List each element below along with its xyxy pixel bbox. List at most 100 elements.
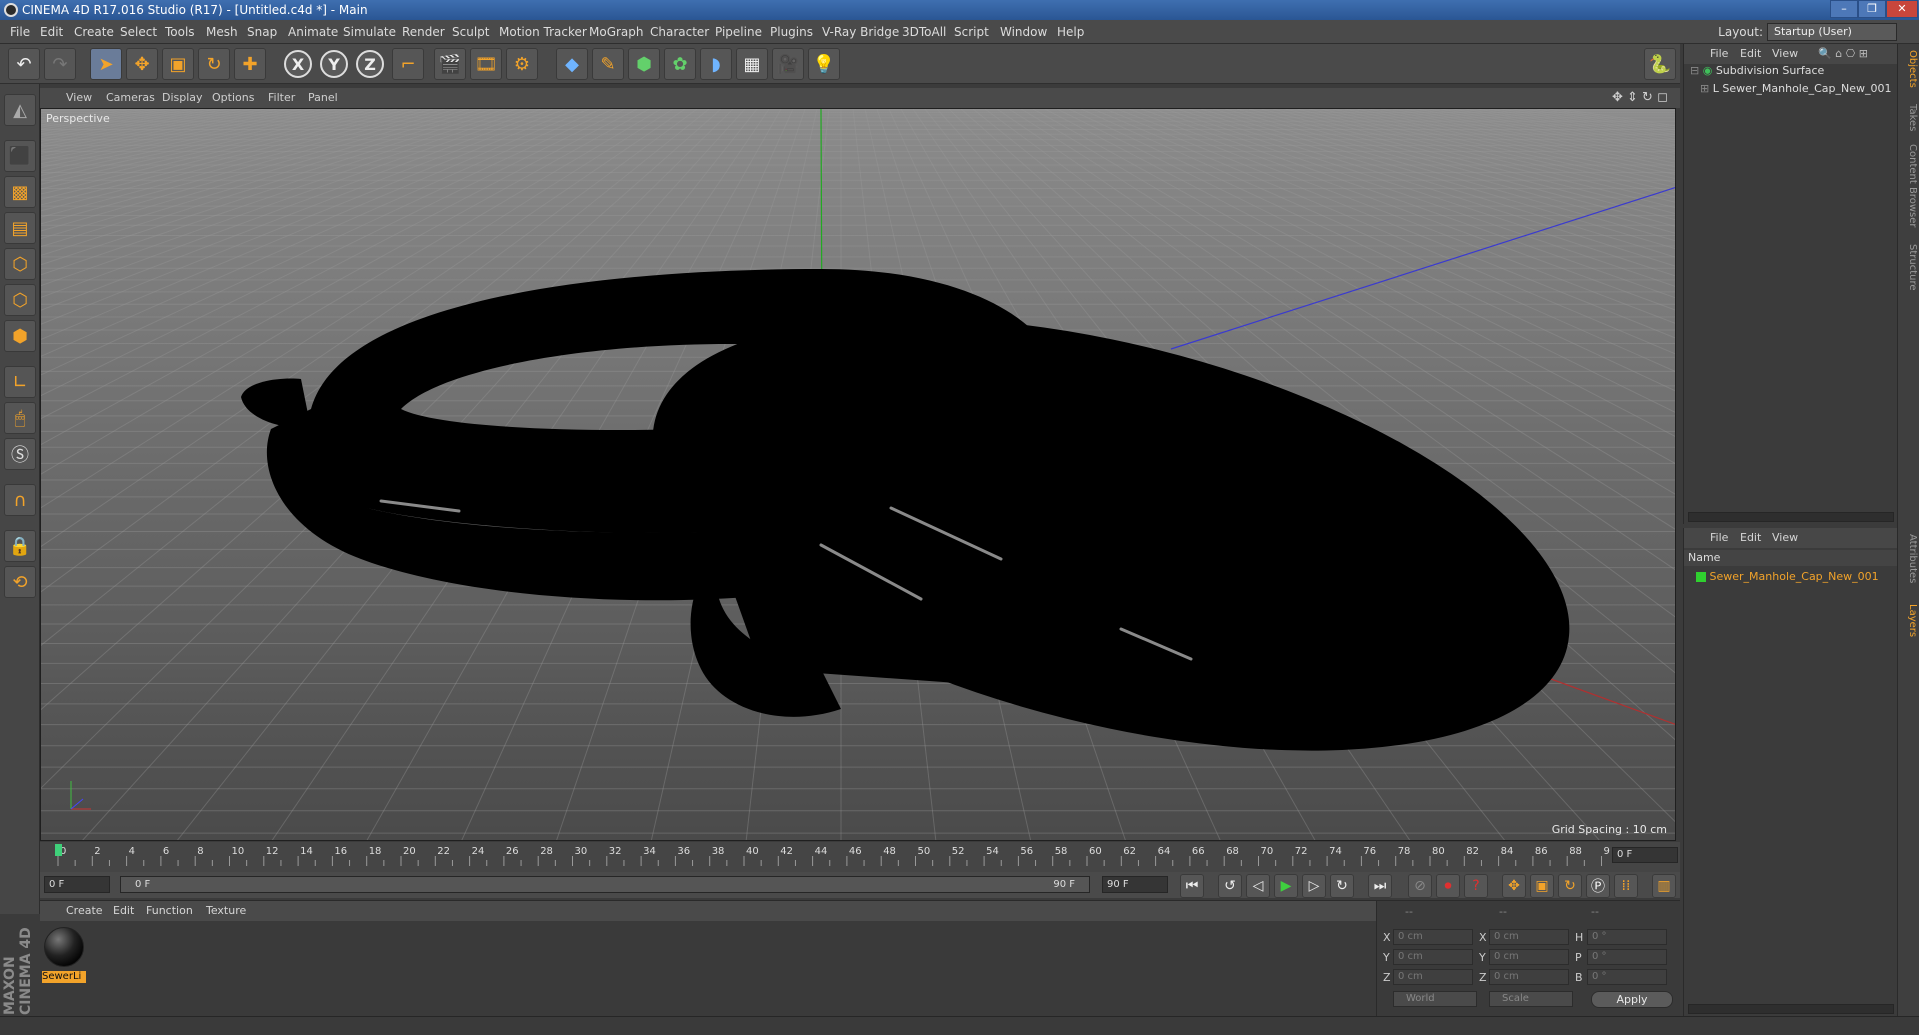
workplane-lock-button[interactable]: 🔒	[4, 530, 36, 562]
key-rotation-button[interactable]: ↻	[1558, 874, 1582, 898]
move-tool-button[interactable]: ✥	[126, 48, 158, 80]
render-view-button[interactable]: 🎬	[434, 48, 466, 80]
layout-select[interactable]: Startup (User)	[1767, 23, 1897, 41]
points-mode-button[interactable]: ⬡	[4, 248, 36, 280]
rotation-h-field[interactable]: 0 °	[1587, 929, 1667, 945]
material-menu-edit[interactable]: Edit	[113, 901, 134, 921]
add-generator-button[interactable]: ⬢	[628, 48, 660, 80]
size-z-field[interactable]: 0 cm	[1489, 969, 1569, 985]
tab-takes[interactable]: Takes	[1900, 104, 1918, 131]
redo-button[interactable]: ↷	[44, 48, 76, 80]
key-pla-button[interactable]: ⁞⁞	[1614, 874, 1638, 898]
add-deformer-button[interactable]: ◗	[700, 48, 732, 80]
size-x-field[interactable]: 0 cm	[1489, 929, 1569, 945]
key-position-button[interactable]: ✥	[1502, 874, 1526, 898]
menu-3dtoall[interactable]: 3DToAll	[898, 20, 950, 44]
menu-script[interactable]: Script	[950, 20, 993, 44]
layer-row[interactable]: Sewer_Manhole_Cap_New_001	[1696, 570, 1879, 583]
menu-pipeline[interactable]: Pipeline	[711, 20, 766, 44]
make-editable-button[interactable]: ◭	[4, 94, 36, 126]
menu-tools[interactable]: Tools	[161, 20, 199, 44]
locked-workplane-button[interactable]: ⟲	[4, 566, 36, 598]
tab-attributes[interactable]: Attributes	[1900, 534, 1918, 583]
coordinate-system-button[interactable]: ⌐	[392, 48, 424, 80]
viewport-menu-cameras[interactable]: Cameras	[106, 88, 155, 108]
size-mode-select[interactable]: Scale	[1489, 991, 1573, 1007]
object-menu-view[interactable]: View	[1772, 44, 1798, 64]
next-key-button[interactable]: ↻	[1330, 874, 1354, 898]
menu-motion-tracker[interactable]: Motion Tracker	[495, 20, 591, 44]
frame-range-slider[interactable]: 0 F 90 F	[120, 876, 1090, 893]
restore-button[interactable]: ❐	[1858, 0, 1886, 18]
add-mograph-button[interactable]: ✿	[664, 48, 696, 80]
keyframe-selection-button[interactable]: ?	[1464, 874, 1488, 898]
scale-tool-button[interactable]: ▣	[162, 48, 194, 80]
go-to-start-button[interactable]: ⏮	[1180, 874, 1204, 898]
previous-key-button[interactable]: ↺	[1218, 874, 1242, 898]
material-menu-function[interactable]: Function	[146, 901, 193, 921]
minimize-button[interactable]: –	[1830, 0, 1858, 18]
coordinate-mode-select[interactable]: World	[1393, 991, 1477, 1007]
menu-file[interactable]: File	[6, 20, 34, 44]
render-picture-viewer-button[interactable]: 🎞	[470, 48, 502, 80]
tab-layers[interactable]: Layers	[1900, 604, 1918, 637]
end-frame-field[interactable]: 90 F	[1102, 876, 1168, 893]
menu-mesh[interactable]: Mesh	[202, 20, 242, 44]
tweak-mode-button[interactable]: 🖱	[4, 402, 36, 434]
apply-button[interactable]: Apply	[1591, 991, 1673, 1008]
playhead-marker[interactable]	[55, 844, 62, 856]
tab-objects[interactable]: Objects	[1900, 50, 1918, 88]
tree-item-subdivision-surface[interactable]: ⊟ ◉ Subdivision Surface	[1690, 64, 1824, 77]
play-button[interactable]: ▶	[1274, 874, 1298, 898]
solo-button[interactable]: Ⓢ	[4, 438, 36, 470]
timeline-window-button[interactable]: ▥	[1652, 874, 1676, 898]
object-menu-edit[interactable]: Edit	[1740, 44, 1761, 64]
rotate-tool-button[interactable]: ↻	[198, 48, 230, 80]
render-settings-button[interactable]: ⚙	[506, 48, 538, 80]
perspective-viewport[interactable]: Perspective Grid Spacing : 10 cm	[40, 108, 1676, 841]
key-scale-button[interactable]: ▣	[1530, 874, 1554, 898]
menu-render[interactable]: Render	[398, 20, 449, 44]
menu-help[interactable]: Help	[1053, 20, 1088, 44]
add-cube-button[interactable]: ◆	[556, 48, 588, 80]
timeline-ruler[interactable]: 0 2 4 6 8 10 12 14 16 18 20 22 24 26 28 30 32 34 36 38 40 42 4…	[40, 842, 1680, 872]
menu-window[interactable]: Window	[996, 20, 1051, 44]
viewport-menu-options[interactable]: Options	[212, 88, 254, 108]
viewport-menu-panel[interactable]: Panel	[308, 88, 338, 108]
polygons-mode-button[interactable]: ⬢	[4, 320, 36, 352]
menu-animate[interactable]: Animate	[284, 20, 342, 44]
edges-mode-button[interactable]: ⬡	[4, 284, 36, 316]
menu-simulate[interactable]: Simulate	[339, 20, 400, 44]
viewport-menu-view[interactable]: View	[66, 88, 92, 108]
axis-mode-button[interactable]: ∟	[4, 366, 36, 398]
viewport-menu-display[interactable]: Display	[162, 88, 203, 108]
tree-item-sewer-manhole[interactable]: ⊞ L Sewer_Manhole_Cap_New_001	[1700, 82, 1892, 95]
object-manager-search-icons[interactable]: 🔍 ⌂ ⎔ ⊞	[1818, 44, 1868, 64]
go-to-end-button[interactable]: ⏭	[1368, 874, 1392, 898]
snap-button[interactable]: ∩	[4, 484, 36, 516]
add-camera-button[interactable]: 🎥	[772, 48, 804, 80]
viewport-navigation-icons[interactable]: ✥ ⇕ ↻ ◻	[1612, 88, 1668, 108]
position-x-field[interactable]: 0 cm	[1393, 929, 1473, 945]
tab-content-browser[interactable]: Content Browser	[1900, 144, 1918, 227]
key-parameter-button[interactable]: Ⓟ	[1586, 874, 1610, 898]
undo-button[interactable]: ↶	[8, 48, 40, 80]
x-axis-lock-button[interactable]: X	[284, 50, 312, 78]
menu-snap[interactable]: Snap	[243, 20, 281, 44]
material-preview-swatch[interactable]	[44, 927, 84, 967]
rotation-b-field[interactable]: 0 °	[1587, 969, 1667, 985]
start-frame-field[interactable]: 0 F	[44, 876, 110, 893]
add-floor-button[interactable]: ▦	[736, 48, 768, 80]
menu-plugins[interactable]: Plugins	[766, 20, 817, 44]
menu-character[interactable]: Character	[646, 20, 713, 44]
add-spline-button[interactable]: ✎	[592, 48, 624, 80]
menu-select[interactable]: Select	[116, 20, 161, 44]
material-name-label[interactable]: SewerLi	[42, 971, 86, 983]
close-button[interactable]: ✕	[1886, 0, 1918, 18]
rotation-p-field[interactable]: 0 °	[1587, 949, 1667, 965]
current-frame-field[interactable]: 0 F	[1612, 847, 1678, 863]
add-light-button[interactable]: 💡	[808, 48, 840, 80]
autokeying-button[interactable]: ⏺	[1436, 874, 1460, 898]
previous-frame-button[interactable]: ◁	[1246, 874, 1270, 898]
size-y-field[interactable]: 0 cm	[1489, 949, 1569, 965]
